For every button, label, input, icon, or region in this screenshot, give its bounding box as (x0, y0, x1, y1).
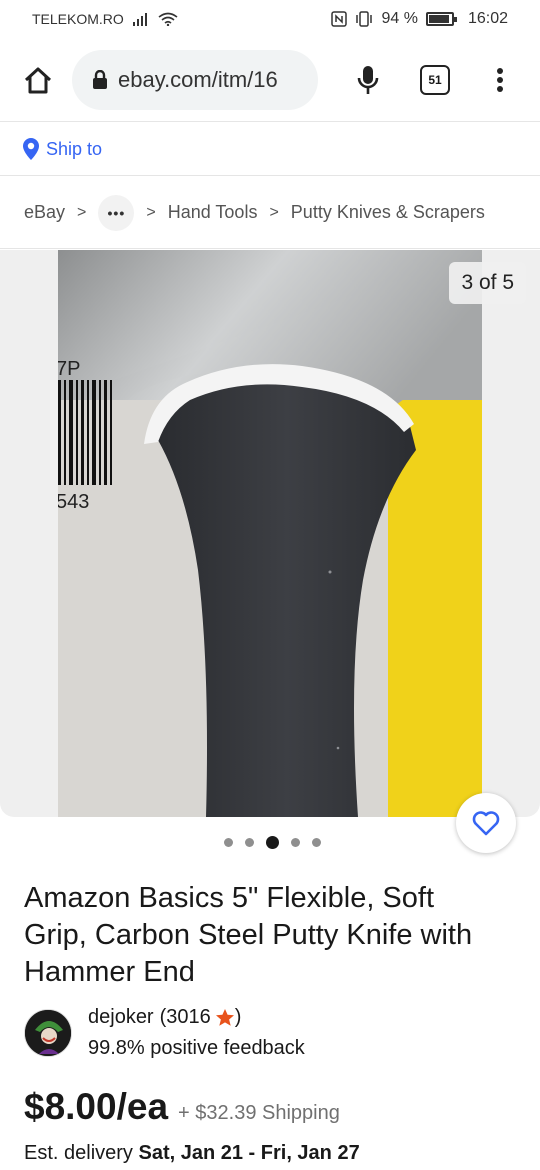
listing-title: Amazon Basics 5" Flexible, Soft Grip, Ca… (24, 882, 473, 988)
voice-search-button[interactable] (350, 60, 386, 100)
status-bar: TELEKOM.RO 94 % 16:02 (0, 0, 540, 38)
lock-icon (92, 69, 108, 90)
tab-count: 51 (428, 72, 442, 87)
gallery-dot-active[interactable] (266, 836, 279, 849)
browser-toolbar: ebay.com/itm/16 51 (0, 38, 540, 122)
browser-menu-button[interactable] (490, 62, 510, 98)
seller-feedback-count: (3016 (159, 1006, 211, 1028)
battery-icon (425, 12, 457, 26)
item-price: $8.00/ea (24, 1086, 169, 1127)
location-pin-icon (23, 138, 39, 160)
seller-positive-feedback: 99.8% positive feedback (88, 1037, 305, 1059)
chevron-right-icon: > (77, 203, 87, 221)
breadcrumb-putty-knives[interactable]: Putty Knives & Scrapers (291, 202, 485, 223)
seller-info[interactable]: dejoker (3016 ) 99.8% positive feedback (24, 1006, 305, 1060)
signal-icon (132, 13, 147, 26)
url-text: ebay.com/itm/16 (118, 66, 278, 92)
star-icon (215, 1009, 234, 1026)
home-icon (24, 67, 52, 93)
photo-code-top: 7P (58, 358, 80, 380)
seller-name[interactable]: dejoker (88, 1006, 154, 1029)
wifi-icon (158, 12, 178, 26)
chevron-right-icon: > (146, 203, 156, 221)
nfc-icon (331, 11, 348, 27)
delivery-label: Est. delivery (24, 1142, 139, 1164)
address-bar[interactable]: ebay.com/itm/16 (72, 49, 318, 110)
seller-feedback-close: ) (234, 1006, 242, 1028)
breadcrumb-more-button[interactable]: ••• (98, 194, 135, 231)
image-counter: 3 of 5 (449, 262, 526, 304)
more-vert-icon (497, 67, 503, 74)
home-button[interactable] (20, 62, 56, 98)
carrier-label: TELEKOM.RO (32, 11, 124, 27)
battery-percent: 94 % (381, 10, 418, 27)
heart-icon (472, 811, 500, 836)
image-gallery[interactable]: 7P 543 3 of 5 (0, 250, 540, 817)
tab-switcher-button[interactable]: 51 (420, 64, 450, 95)
product-photo[interactable]: 7P 543 (58, 250, 482, 817)
breadcrumb: eBay > ••• > Hand Tools > Putty Knives &… (0, 177, 540, 249)
gallery-dot[interactable] (224, 838, 233, 847)
price-row: $8.00/ea + $32.39 Shipping (24, 1086, 340, 1128)
mic-icon (357, 65, 379, 94)
seller-avatar[interactable] (24, 1009, 72, 1057)
photo-code-bottom: 543 (58, 491, 89, 513)
ship-to-link[interactable]: Ship to (46, 139, 102, 160)
chevron-right-icon: > (269, 203, 279, 221)
gallery-dot[interactable] (245, 838, 254, 847)
add-to-watchlist-button[interactable] (456, 793, 516, 853)
breadcrumb-ebay[interactable]: eBay (24, 202, 65, 223)
gallery-pagination (224, 836, 321, 849)
gallery-dot[interactable] (312, 838, 321, 847)
shipping-cost: + $32.39 Shipping (178, 1102, 340, 1124)
delivery-dates: Sat, Jan 21 - Fri, Jan 27 (138, 1142, 360, 1164)
estimated-delivery: Est. delivery Sat, Jan 21 - Fri, Jan 27 (24, 1142, 360, 1165)
vibrate-icon (356, 11, 373, 27)
gallery-dot[interactable] (291, 838, 300, 847)
clock: 16:02 (467, 10, 508, 27)
breadcrumb-hand-tools[interactable]: Hand Tools (168, 202, 258, 223)
ship-to-row[interactable]: Ship to (0, 123, 540, 176)
